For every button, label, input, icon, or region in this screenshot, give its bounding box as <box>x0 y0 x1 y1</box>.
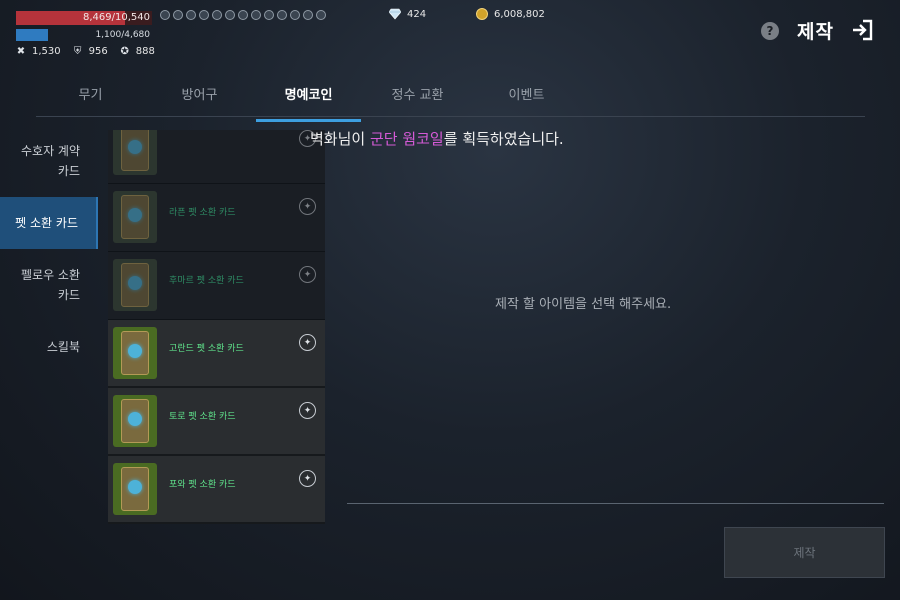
gold-currency[interactable]: 6,008,802 <box>476 8 545 20</box>
compass-badge-icon: ✦ <box>299 402 316 419</box>
craft-button[interactable]: 제작 <box>724 527 885 578</box>
compass-badge-icon: ✦ <box>299 470 316 487</box>
shield-icon: ⛨ <box>73 46 82 57</box>
tab-honor-coin[interactable]: 명예코인 <box>254 82 363 122</box>
category-guardian-contract-card[interactable]: 수호자 계약 카드 <box>0 130 98 192</box>
emblem-stat: ✪ 888 <box>120 46 155 57</box>
buff-icon[interactable] <box>186 10 196 20</box>
mp-bar-fill <box>16 29 48 41</box>
card-list[interactable]: ✦ 라픈 펫 소환 카드 ✦ 후마르 펫 소환 카드 ✦ 고란드 펫 소환 카드… <box>108 130 325 524</box>
mp-value: 1,100/4,680 <box>95 30 150 40</box>
list-item[interactable]: 토로 펫 소환 카드 ✦ <box>108 388 325 456</box>
divider <box>347 503 884 504</box>
compass-badge-icon: ✦ <box>299 198 316 215</box>
category-label: 카드 <box>57 288 80 302</box>
buff-icon[interactable] <box>225 10 235 20</box>
category-menu: 수호자 계약 카드 펫 소환 카드 펠로우 소환 카드 스킬북 <box>0 130 98 378</box>
pet-card-thumbnail <box>113 395 157 447</box>
paw-card-icon <box>121 130 149 171</box>
select-item-message: 제작 할 아이템을 선택 해주세요. <box>495 297 672 312</box>
emblem-icon: ✪ <box>120 46 129 57</box>
attack-value: 1,530 <box>32 46 61 57</box>
buff-icon[interactable] <box>290 10 300 20</box>
pet-card-thumbnail <box>113 327 157 379</box>
pet-card-thumbnail <box>113 463 157 515</box>
category-label: 스킬북 <box>46 340 80 354</box>
paw-card-icon <box>121 263 149 307</box>
category-pet-summon-card[interactable]: 펫 소환 카드 <box>0 197 98 249</box>
list-item[interactable]: 후마르 펫 소환 카드 ✦ <box>108 252 325 320</box>
pet-card-thumbnail <box>113 130 157 175</box>
list-item[interactable]: ✦ <box>108 130 325 184</box>
pet-card-thumbnail <box>113 259 157 311</box>
defense-stat: ⛨ 956 <box>73 46 108 57</box>
craft-tabs: 무기 방어구 명예코인 정수 교환 이벤트 <box>36 82 865 122</box>
crafting-screen: 8,469/10,540 1,100/4,680 ✖ 1,530 ⛨ 956 ✪… <box>0 0 900 600</box>
emblem-value: 888 <box>135 46 155 57</box>
hp-value: 8,469/10,540 <box>83 12 150 23</box>
page-title: 제작 <box>797 21 834 43</box>
paw-card-icon <box>121 399 149 443</box>
buff-icon[interactable] <box>251 10 261 20</box>
category-skill-book[interactable]: 스킬북 <box>0 316 98 378</box>
category-label: 펫 소환 카드 <box>15 216 78 230</box>
buff-icons[interactable] <box>160 10 326 20</box>
diamond-currency[interactable]: 424 <box>389 8 426 20</box>
paw-card-icon <box>121 467 149 511</box>
pet-card-thumbnail <box>113 191 157 243</box>
buff-icon[interactable] <box>199 10 209 20</box>
tab-armor[interactable]: 방어구 <box>145 82 254 116</box>
buff-icon[interactable] <box>173 10 183 20</box>
card-list-scroll: ✦ 라픈 펫 소환 카드 ✦ 후마르 펫 소환 카드 ✦ 고란드 펫 소환 카드… <box>108 130 325 524</box>
hp-bar: 8,469/10,540 <box>16 11 152 25</box>
buff-icon[interactable] <box>316 10 326 20</box>
category-fellow-summon-card[interactable]: 펠로우 소환 카드 <box>0 254 98 316</box>
mp-bar: 1,100/4,680 <box>16 29 152 41</box>
notice-prefix: 벽화님이 <box>310 130 370 148</box>
buff-icon[interactable] <box>238 10 248 20</box>
card-name: 후마르 펫 소환 카드 <box>169 276 244 286</box>
paw-card-icon <box>121 195 149 239</box>
card-name: 라픈 펫 소환 카드 <box>169 208 236 218</box>
crossed-swords-icon: ✖ <box>16 46 26 57</box>
card-name: 고란드 펫 소환 카드 <box>169 344 244 354</box>
help-icon[interactable]: ? <box>761 22 779 40</box>
category-label: 펠로우 소환 <box>20 268 80 282</box>
category-label: 카드 <box>57 164 80 178</box>
list-item[interactable]: 포와 펫 소환 카드 ✦ <box>108 456 325 524</box>
system-notice: 벽화님이 군단 웜코일를 획득하였습니다. <box>310 128 564 149</box>
card-name: 포와 펫 소환 카드 <box>169 480 236 490</box>
list-item[interactable]: 라픈 펫 소환 카드 ✦ <box>108 184 325 252</box>
buff-icon[interactable] <box>277 10 287 20</box>
diamond-icon <box>389 8 401 20</box>
compass-badge-icon: ✦ <box>299 266 316 283</box>
tab-weapon[interactable]: 무기 <box>36 82 145 116</box>
compass-badge-icon: ✦ <box>299 334 316 351</box>
tab-essence-exchange[interactable]: 정수 교환 <box>363 82 472 116</box>
buff-icon[interactable] <box>264 10 274 20</box>
paw-card-icon <box>121 331 149 375</box>
exit-icon[interactable] <box>850 18 874 42</box>
buff-icon[interactable] <box>160 10 170 20</box>
diamond-amount: 424 <box>407 8 427 20</box>
stat-row: ✖ 1,530 ⛨ 956 ✪ 888 <box>16 46 155 57</box>
gold-coin-icon <box>476 8 488 20</box>
attack-stat: ✖ 1,530 <box>16 46 61 57</box>
card-name: 토로 펫 소환 카드 <box>169 412 236 422</box>
list-item[interactable]: 고란드 펫 소환 카드 ✦ <box>108 320 325 388</box>
buff-icon[interactable] <box>212 10 222 20</box>
tab-event[interactable]: 이벤트 <box>472 82 581 116</box>
gold-amount: 6,008,802 <box>494 8 545 20</box>
notice-suffix: 를 획득하였습니다. <box>443 130 564 148</box>
defense-value: 956 <box>88 46 108 57</box>
notice-item-name: 군단 웜코일 <box>369 130 444 148</box>
buff-icon[interactable] <box>303 10 313 20</box>
category-label: 수호자 계약 <box>20 144 80 158</box>
